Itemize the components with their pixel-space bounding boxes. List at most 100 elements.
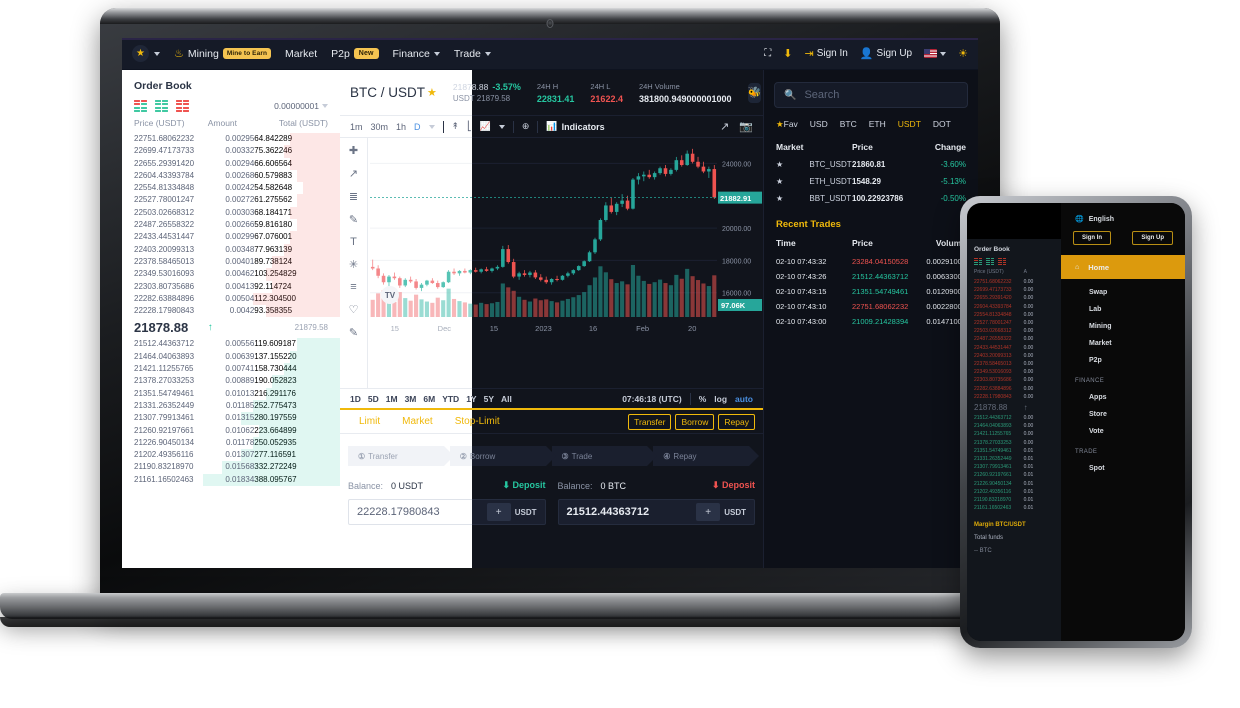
candlestick-chart[interactable]: 24000.0020000.0018000.0016000.0021882.91… <box>368 138 472 388</box>
buy-price-input[interactable]: 22228.17980843 + USDT <box>348 499 472 525</box>
sell-deposit-link[interactable]: ⬇ Deposit <box>712 480 755 491</box>
phone-language-selector[interactable]: 🌐 English <box>1061 203 1185 224</box>
phone-sign-up-button[interactable]: Sign Up <box>1132 231 1173 245</box>
phone-ob-row[interactable]: 22487.26558322 0.00 <box>967 335 1061 343</box>
phone-ob-row[interactable]: 21307.79913461 0.01 <box>967 463 1061 471</box>
order-book-row[interactable]: 21378.270332530.00889190.052823 <box>134 375 340 388</box>
share-icon[interactable]: ↗ <box>720 120 729 133</box>
sell-plus-button[interactable]: + <box>696 503 721 521</box>
order-book-row[interactable]: 22527.78001247 0.0027261.275562 <box>134 194 340 207</box>
order-book-row[interactable]: 21351.547494610.01013216.291176 <box>134 387 340 400</box>
fib-icon[interactable]: ≣ <box>349 190 358 203</box>
phone-ob-row[interactable]: 22503.02668312 0.00 <box>967 327 1061 335</box>
range-ytd[interactable]: YTD <box>442 394 459 404</box>
phone-ob-row[interactable]: 22403.20099313 0.00 <box>967 352 1061 360</box>
order-book-row[interactable]: 22655.29391420 0.0029466.606564 <box>134 157 340 170</box>
phone-ob-row[interactable]: 21378.27033253 0.00 <box>967 439 1061 447</box>
order-book-row[interactable]: 22751.68062232 0.0029564.842289 <box>134 133 340 146</box>
ruler-icon[interactable]: ≡ <box>350 281 356 293</box>
phone-asks-list[interactable]: 22751.68062232 0.00 22699.47173733 0.00 2265… <box>967 278 1061 401</box>
phone-menu-item-spot[interactable]: Spot <box>1061 455 1185 472</box>
range-1m[interactable]: 1M <box>386 394 398 404</box>
phone-ob-row[interactable]: 21190.83218970 0.01 <box>967 496 1061 504</box>
trade-row[interactable]: 02-10 07:43:00 21009.21428394 0.01471000 <box>764 314 978 329</box>
star-icon[interactable]: ★ <box>427 86 437 99</box>
asks-list[interactable]: 22751.68062232 0.0029564.842289 22699.4717… <box>122 133 340 318</box>
scale-log[interactable]: log <box>714 394 727 404</box>
order-book-row[interactable]: 22433.44531447 0.0029967.076001 <box>134 231 340 244</box>
order-book-row[interactable]: 22282.638848960.00504112.304500 <box>134 292 340 306</box>
order-book-row[interactable]: 22303.807356860.0041392.114724 <box>134 280 340 293</box>
nav-item-market[interactable]: Market <box>285 48 317 60</box>
order-book-row[interactable]: 22378.584650130.0040189.738124 <box>134 255 340 269</box>
phone-bids-list[interactable]: 21512.44363712 0.00 21464.04063893 0.00 2142… <box>967 414 1061 512</box>
phone-ob-row[interactable]: 22655.29391420 0.00 <box>967 294 1061 302</box>
favorite-icon[interactable]: ♡ <box>349 303 359 316</box>
order-book-row[interactable]: 21512.44363712 0.00556119.609187 <box>134 338 340 351</box>
phone-ob-row[interactable]: 21331.26352449 0.01 <box>967 455 1061 463</box>
depth-bids-icon[interactable] <box>986 258 994 265</box>
phone-ob-row[interactable]: 21351.54749461 0.01 <box>967 447 1061 455</box>
category-eth[interactable]: ETH <box>869 119 886 130</box>
depth-both-icon[interactable] <box>974 258 982 265</box>
category-btc[interactable]: BTC <box>840 119 857 130</box>
phone-menu-item-apps[interactable]: Apps <box>1061 384 1185 401</box>
category-dot[interactable]: DOT <box>933 119 951 130</box>
depth-both-icon[interactable] <box>134 100 147 112</box>
phone-ob-row[interactable]: 21226.90450134 0.01 <box>967 480 1061 488</box>
phone-menu-item-vote[interactable]: Vote <box>1061 418 1185 435</box>
search-box[interactable]: 🔍 Search <box>774 82 968 108</box>
order-book-row[interactable]: 22503.02668312 0.0030368.184171 <box>134 206 340 220</box>
range-5d[interactable]: 5D <box>368 394 379 404</box>
step-transfer[interactable]: ① Transfer <box>348 446 454 466</box>
trade-row[interactable]: 02-10 07:43:26 21512.44363712 0.00633000 <box>764 269 978 284</box>
sell-price-input[interactable]: 21512.44363712 + USDT <box>557 499 755 525</box>
phone-ob-row[interactable]: 22282.63884896 0.00 <box>967 385 1061 393</box>
range-6m[interactable]: 6M <box>423 394 435 404</box>
depth-bids-icon[interactable] <box>155 100 168 112</box>
trendline-icon[interactable]: ↗ <box>349 167 358 180</box>
bids-list[interactable]: 21512.44363712 0.00556119.609187 21464.040… <box>122 338 340 487</box>
order-book-row[interactable]: 21161.165024630.01834388.095767 <box>134 473 340 487</box>
tab-stop-limit[interactable]: Stop-Limit <box>444 416 472 427</box>
bee-icon[interactable]: 🐝 <box>747 82 762 103</box>
phone-ob-row[interactable]: 21202.49356116 0.01 <box>967 488 1061 496</box>
phone-menu-item-lab[interactable]: Lab <box>1061 296 1185 313</box>
category-usd[interactable]: USD <box>810 119 828 130</box>
sun-icon[interactable]: ☀ <box>958 47 968 60</box>
markets-list[interactable]: ★ BTC_USDT 21860.81 -3.60% ★ ETH_USDT 1548.29 -… <box>764 156 978 207</box>
phone-ob-row[interactable]: 22349.53016093 0.00 <box>967 368 1061 376</box>
order-book-row[interactable]: 21202.493561160.01307277.116591 <box>134 449 340 462</box>
phone-menu-item-swap[interactable]: Swap <box>1061 279 1185 296</box>
phone-sign-in-button[interactable]: Sign In <box>1073 231 1111 245</box>
market-row[interactable]: ★ ETH_USDT 1548.29 -5.13% <box>764 173 978 190</box>
transfer-button[interactable]: Transfer <box>628 413 672 430</box>
sign-up-button[interactable]: 👤 Sign Up <box>860 47 912 60</box>
text-icon[interactable]: T <box>350 236 357 248</box>
phone-menu-item-home[interactable]: ⌂ Home <box>1061 255 1185 279</box>
compare-icon[interactable]: 📈 <box>480 121 491 132</box>
trade-row[interactable]: 02-10 07:43:32 23284.04150528 0.00291000 <box>764 254 978 269</box>
order-book-row[interactable]: 22403.200993130.0034877.963139 <box>134 243 340 256</box>
order-book-row[interactable]: 21307.799134610.01315280.197559 <box>134 412 340 425</box>
timeframe-1m[interactable]: 1m <box>350 122 363 132</box>
tab-market[interactable]: Market <box>391 416 444 427</box>
depth-asks-icon[interactable] <box>176 100 189 112</box>
scale-percent[interactable]: % <box>699 394 707 404</box>
market-row[interactable]: ★ BBT_USDT 100.22923786 -0.50% <box>764 190 978 207</box>
language-selector[interactable] <box>924 49 947 58</box>
order-book-row[interactable]: 22487.26558322 0.0026659.816180 <box>134 219 340 232</box>
trade-row[interactable]: 02-10 07:43:10 22751.68062232 0.00228000 <box>764 299 978 314</box>
order-book-row[interactable]: 21331.263524490.01185252.775473 <box>134 399 340 413</box>
order-book-row[interactable]: 22554.81334848 0.0024254.582648 <box>134 182 340 195</box>
phone-ob-row[interactable]: 21161.16502463 0.01 <box>967 504 1061 512</box>
buy-deposit-link[interactable]: ⬇ Deposit <box>502 480 545 491</box>
download-icon[interactable]: ⬇ <box>783 47 792 60</box>
phone-menu-item-market[interactable]: Market <box>1061 330 1185 347</box>
phone-ob-row[interactable]: 22604.43393784 0.00 <box>967 303 1061 311</box>
recent-trades-list[interactable]: 02-10 07:43:32 23284.04150528 0.00291000 02… <box>764 254 978 329</box>
order-book-row[interactable]: 21464.040638930.00639137.155220 <box>134 350 340 364</box>
chevron-down-icon[interactable] <box>154 51 160 56</box>
eraser-icon[interactable]: ✎ <box>349 326 358 339</box>
brush-icon[interactable]: ✎ <box>349 213 358 226</box>
